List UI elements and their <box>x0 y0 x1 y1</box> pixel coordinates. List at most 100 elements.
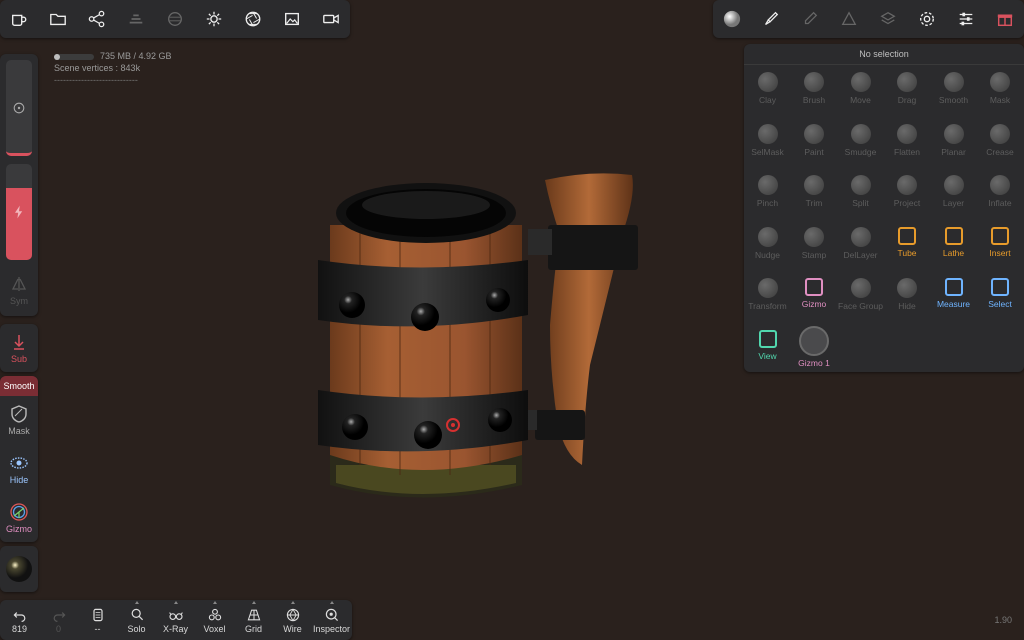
menu-indicator <box>290 601 295 604</box>
tool-face-group[interactable]: Face Group <box>837 274 884 324</box>
tool-measure[interactable]: Measure <box>930 274 977 324</box>
layers-icon[interactable] <box>869 0 908 38</box>
stamp-icon <box>804 226 824 247</box>
bottom-solo-button[interactable]: Solo <box>117 600 156 640</box>
tool-label: Brush <box>802 95 826 105</box>
scene-graph-icon[interactable] <box>78 0 117 38</box>
crease-icon <box>990 123 1010 144</box>
tool-flatten[interactable]: Flatten <box>884 120 931 170</box>
tool-split[interactable]: Split <box>837 171 884 221</box>
tool-label: Project <box>893 198 921 208</box>
tool-label: Pinch <box>756 198 779 208</box>
brush-icon <box>804 72 824 92</box>
smooth-button[interactable]: Smooth <box>0 376 38 396</box>
bottom-voxel-button[interactable]: Voxel <box>195 600 234 640</box>
inflate-icon <box>990 175 1010 195</box>
tool-tube[interactable]: Tube <box>884 223 931 273</box>
tool-gizmo[interactable]: Gizmo <box>791 274 838 324</box>
tool-select[interactable]: Select <box>977 274 1024 324</box>
smooth-icon <box>943 72 964 92</box>
tool-smooth[interactable]: Smooth <box>930 68 977 118</box>
sun-icon[interactable] <box>194 0 233 38</box>
tool-label: Mask <box>989 95 1011 105</box>
bottom-819-button[interactable]: 819 <box>0 600 39 640</box>
tool-label: Face Group <box>838 301 883 311</box>
layers-stack-icon[interactable] <box>117 0 156 38</box>
insert-icon <box>991 226 1009 245</box>
texture-icon[interactable] <box>156 0 195 38</box>
sub-button[interactable]: Sub <box>0 332 38 364</box>
tool-label: Flatten <box>894 146 920 157</box>
radius-slider-icon[interactable] <box>6 60 32 156</box>
tool-layer[interactable]: Layer <box>930 171 977 221</box>
material-sphere-icon[interactable] <box>713 0 752 38</box>
tool-inflate[interactable]: Inflate <box>977 171 1024 221</box>
tool-selmask[interactable]: SelMask <box>744 120 791 170</box>
pen-icon[interactable] <box>791 0 830 38</box>
tool-crease[interactable]: Crease <box>977 120 1024 170</box>
tool-gizmo-1[interactable]: Gizmo 1 <box>791 325 838 376</box>
tool-project[interactable]: Project <box>884 171 931 221</box>
tool-lathe[interactable]: Lathe <box>930 223 977 273</box>
gift-icon[interactable] <box>985 0 1024 38</box>
gizmo-button[interactable]: Gizmo <box>0 502 38 534</box>
tool-stamp[interactable]: Stamp <box>791 223 838 273</box>
bottom-inspector-button[interactable]: Inspector <box>312 600 351 640</box>
tool-trim[interactable]: Trim <box>791 171 838 221</box>
mask-button[interactable]: Mask <box>0 404 38 436</box>
mug-icon[interactable] <box>0 0 39 38</box>
tool-label: Planar <box>941 146 966 157</box>
tool-smudge[interactable]: Smudge <box>837 120 884 170</box>
tool-dellayer[interactable]: DelLayer <box>837 223 884 273</box>
sym-button[interactable]: Sym <box>0 274 38 306</box>
paint-brush-icon[interactable] <box>752 0 791 38</box>
voxel-icon <box>208 608 221 621</box>
paint-icon <box>804 123 824 144</box>
tool-move[interactable]: Move <box>837 68 884 118</box>
inspector-icon <box>325 608 338 622</box>
layer-icon <box>943 175 964 195</box>
hide-eye-icon <box>10 457 28 469</box>
aperture-icon[interactable] <box>233 0 272 38</box>
tool-drag[interactable]: Drag <box>884 68 931 118</box>
mesh-icon <box>92 608 103 622</box>
folder-icon[interactable] <box>39 0 78 38</box>
hide-button[interactable]: Hide <box>0 453 38 485</box>
bottom-item2-button[interactable]: -- <box>78 600 117 640</box>
tool-label: DelLayer <box>843 249 878 260</box>
bottom-grid-button[interactable]: Grid <box>234 600 273 640</box>
sliders-icon[interactable] <box>946 0 985 38</box>
video-camera-icon[interactable] <box>311 0 350 38</box>
tool-mask[interactable]: Mask <box>977 68 1024 118</box>
menu-indicator <box>173 601 178 604</box>
wireframe-icon <box>286 608 299 622</box>
tool-hide[interactable]: Hide <box>884 274 931 324</box>
triangle-icon[interactable] <box>830 0 869 38</box>
tool-nudge[interactable]: Nudge <box>744 223 791 273</box>
drag-icon <box>897 72 917 92</box>
material-preview-panel[interactable] <box>0 546 38 592</box>
gizmo-1-icon <box>799 325 829 356</box>
tool-view[interactable]: View <box>744 326 791 376</box>
tool-paint[interactable]: Paint <box>791 120 838 170</box>
tool-pinch[interactable]: Pinch <box>744 171 791 221</box>
tool-insert[interactable]: Insert <box>977 223 1024 273</box>
settings-gear-icon[interactable] <box>907 0 946 38</box>
bottom-xray-button[interactable]: X-Ray <box>156 600 195 640</box>
hide-icon <box>897 278 917 298</box>
tool-planar[interactable]: Planar <box>930 120 977 170</box>
bottom-label: Grid <box>244 624 262 634</box>
bottom-label: Voxel <box>203 624 226 634</box>
menu-indicator <box>134 601 139 604</box>
tool-label: Smudge <box>844 146 877 157</box>
viewport-mug-model[interactable] <box>300 165 660 525</box>
menu-indicator <box>251 601 256 604</box>
bottom-0-button[interactable]: 0 <box>39 600 78 640</box>
tool-label: Layer <box>942 198 965 208</box>
image-icon[interactable] <box>272 0 311 38</box>
tool-brush[interactable]: Brush <box>791 68 838 118</box>
intensity-slider-icon[interactable] <box>6 164 32 260</box>
tool-transform[interactable]: Transform <box>744 274 791 324</box>
bottom-wire-button[interactable]: Wire <box>273 600 312 640</box>
tool-clay[interactable]: Clay <box>744 68 791 118</box>
